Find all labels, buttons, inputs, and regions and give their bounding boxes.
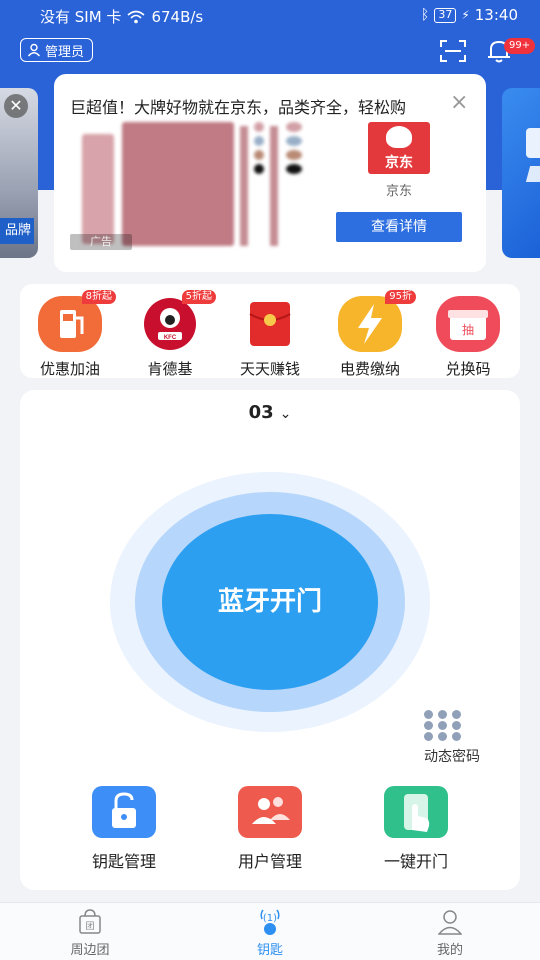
- person-icon: [438, 910, 462, 935]
- kfc-logo-icon: KFC: [144, 298, 196, 350]
- carousel-next-card[interactable]: [502, 88, 540, 258]
- brand-name: 京东: [385, 184, 412, 199]
- ad-title: 巨超值！大牌好物就在京东，品类齐全，轻松购: [70, 98, 407, 117]
- ad-banner[interactable]: 巨超值！大牌好物就在京东，品类齐全，轻松购 × 广告 京东 京东 查看详情: [54, 74, 486, 272]
- brand-glyph-icon: [526, 128, 540, 158]
- tab-profile[interactable]: 我的: [400, 909, 500, 959]
- svg-text:抽: 抽: [462, 323, 474, 337]
- wifi-icon: [127, 10, 145, 23]
- discount-tag: 95折: [385, 290, 416, 304]
- close-icon[interactable]: ✕: [4, 94, 28, 118]
- service-kfc[interactable]: KFC 5折起 肯德基: [122, 290, 218, 378]
- key-signal-icon: (1): [260, 909, 280, 935]
- keypad-icon: [424, 710, 464, 744]
- user-management-label: 用户管理: [237, 852, 302, 871]
- network-speed: 674B/s: [151, 7, 204, 26]
- service-redeem-code[interactable]: 抽 兑换码: [420, 292, 516, 378]
- tab-keys[interactable]: (1) 钥匙: [220, 909, 320, 959]
- tab-label: 周边团: [70, 943, 110, 958]
- view-details-button[interactable]: 查看详情: [336, 212, 462, 242]
- status-bar: 没有 SIM 卡 674B/s ᛒ 37 ⚡ 13:40: [0, 0, 540, 32]
- notification-badge: 99+: [504, 38, 536, 54]
- discount-tag: 8折起: [81, 290, 116, 304]
- scan-icon[interactable]: [440, 40, 466, 62]
- brand-tag: 品牌: [0, 218, 34, 244]
- jd-dog-icon: [386, 126, 412, 148]
- jd-logo: 京东: [368, 122, 430, 174]
- service-label: 天天赚钱: [239, 360, 300, 378]
- user-icon: [27, 43, 41, 57]
- admin-role-button[interactable]: 管理员: [20, 38, 94, 62]
- gift-icon: 抽: [436, 296, 500, 352]
- admin-role-label: 管理员: [45, 44, 85, 60]
- service-earn-money[interactable]: 天天赚钱: [222, 292, 318, 378]
- one-tap-open-button[interactable]: 一键开门: [356, 786, 476, 876]
- service-label: 电费缴纳: [339, 360, 400, 378]
- service-fuel-discount[interactable]: 8折起 优惠加油: [22, 290, 118, 378]
- ad-label: 广告: [70, 234, 132, 250]
- bluetooth-icon: ᛒ: [420, 7, 430, 23]
- key-management-button[interactable]: 钥匙管理: [64, 786, 184, 876]
- dynamic-password-button[interactable]: 动态密码: [404, 710, 500, 770]
- fuel-pump-icon: [38, 296, 102, 352]
- discount-tag: 5折起: [181, 290, 216, 304]
- brand-glyph-icon: [525, 166, 540, 182]
- tab-nearby-group[interactable]: 团 周边团: [40, 909, 140, 959]
- bottom-tab-bar: 团 周边团 (1) 钥匙 我的: [0, 902, 540, 960]
- shopping-bag-icon: 团: [79, 909, 101, 934]
- red-envelope-icon: [249, 302, 291, 346]
- key-management-label: 钥匙管理: [91, 852, 156, 871]
- carrier-text: 没有 SIM 卡: [40, 8, 122, 26]
- bluetooth-open-button[interactable]: 蓝牙开门: [162, 514, 378, 690]
- unlock-icon: [92, 786, 156, 838]
- chevron-down-icon: ⌄: [279, 406, 292, 422]
- one-tap-open-label: 一键开门: [383, 852, 448, 871]
- lightning-icon: [338, 296, 402, 352]
- tap-hand-icon: [384, 786, 448, 838]
- unit-selector[interactable]: 03 ⌄: [20, 402, 520, 423]
- svg-text:(1): (1): [263, 913, 277, 924]
- unit-label: 03: [248, 402, 274, 423]
- service-label: 兑换码: [445, 360, 491, 378]
- close-icon[interactable]: ×: [450, 92, 468, 114]
- battery-icon: 37: [434, 7, 457, 23]
- clock: 13:40: [474, 6, 518, 24]
- door-access-card: 03 ⌄ 蓝牙开门 动态密码 钥匙管理 用户管理 一键开门: [20, 390, 520, 890]
- users-icon: [238, 786, 302, 838]
- user-management-button[interactable]: 用户管理: [210, 786, 330, 876]
- svg-text:KFC: KFC: [164, 335, 177, 341]
- service-grid: 8折起 优惠加油 KFC 5折起 肯德基 天天赚钱 95折 电费缴纳 抽 兑换码: [20, 284, 520, 378]
- service-electricity-bill[interactable]: 95折 电费缴纳: [322, 290, 418, 378]
- tab-label: 钥匙: [256, 943, 283, 958]
- product-image: [82, 122, 302, 248]
- svg-text:团: 团: [85, 921, 94, 932]
- service-label: 优惠加油: [39, 360, 100, 378]
- service-label: 肯德基: [147, 360, 193, 378]
- carousel-prev-card[interactable]: ✕ 品牌: [0, 88, 38, 258]
- dynamic-password-label: 动态密码: [424, 749, 480, 765]
- charging-icon: ⚡: [461, 8, 470, 22]
- tab-label: 我的: [436, 943, 463, 958]
